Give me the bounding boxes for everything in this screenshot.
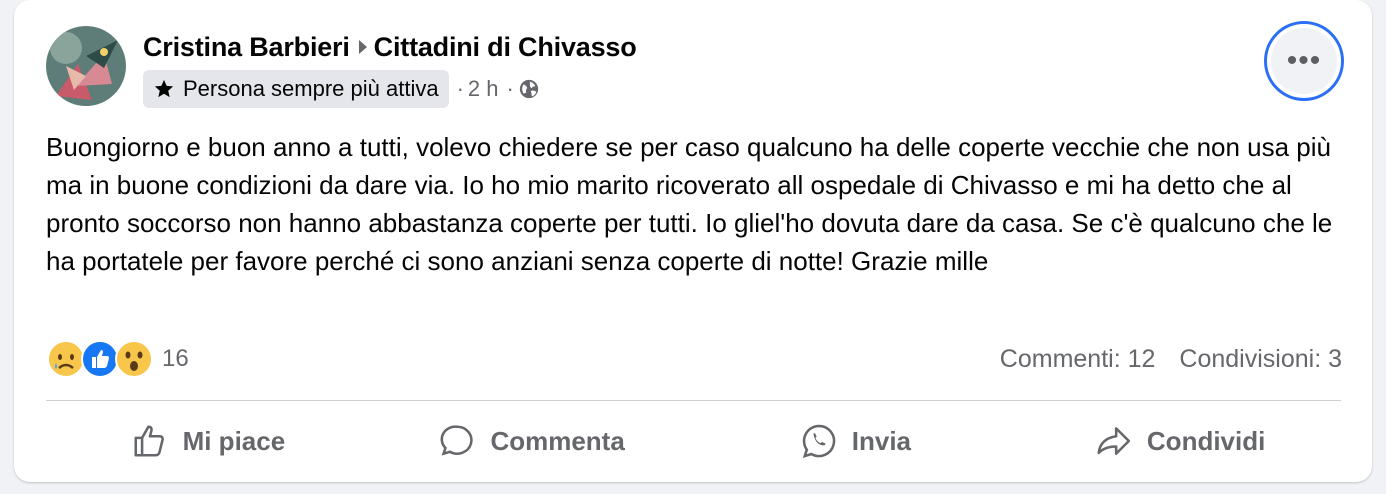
post-stats: Commenti: 12 Condivisioni: 3 xyxy=(1000,338,1342,380)
author-name[interactable]: Cristina Barbieri xyxy=(143,32,350,63)
post-card: Cristina Barbieri Cittadini di Chivasso … xyxy=(14,0,1372,482)
comment-label: Commenta xyxy=(490,425,625,456)
like-label: Mi piace xyxy=(182,425,286,456)
comment-button[interactable]: Commenta xyxy=(370,410,694,472)
share-icon xyxy=(1097,427,1131,455)
post-text: Buongiorno e buon anno a tutti, volevo c… xyxy=(46,132,1333,276)
send-label: Invia xyxy=(851,425,911,456)
meta-separator: · xyxy=(456,76,464,101)
like-button[interactable]: Mi piace xyxy=(46,410,370,472)
post-header: Cristina Barbieri Cittadini di Chivasso xyxy=(143,30,637,64)
shares-count[interactable]: Condivisioni: 3 xyxy=(1179,345,1342,374)
divider xyxy=(46,400,1341,401)
post-time[interactable]: 2 h xyxy=(468,76,499,102)
globe-icon xyxy=(518,78,540,100)
member-badge[interactable]: Persona sempre più attiva xyxy=(143,70,449,108)
share-button[interactable]: Condividi xyxy=(1017,410,1341,472)
comments-count[interactable]: Commenti: 12 xyxy=(1000,345,1156,374)
thumbs-up-icon xyxy=(134,425,164,457)
badge-label: Persona sempre più attiva xyxy=(183,76,439,101)
whatsapp-icon xyxy=(802,424,836,458)
group-name[interactable]: Cittadini di Chivasso xyxy=(374,32,637,63)
more-options-button[interactable]: ••• xyxy=(1264,21,1344,101)
wow-reaction-icon xyxy=(114,339,154,379)
reaction-count: 16 xyxy=(162,345,189,372)
reactions-summary[interactable]: 16 xyxy=(46,338,189,380)
comment-icon xyxy=(441,425,474,456)
share-label: Condividi xyxy=(1146,425,1266,456)
send-button[interactable]: Invia xyxy=(694,410,1018,472)
meta-separator-2: · xyxy=(506,76,514,101)
star-icon xyxy=(154,79,174,98)
action-bar: Mi piace Commenta Invia Condividi xyxy=(46,410,1341,472)
more-icon: ••• xyxy=(1271,28,1337,94)
caret-right-icon xyxy=(358,39,368,55)
post-meta: Persona sempre più attiva · 2 h · xyxy=(143,69,540,109)
avatar[interactable] xyxy=(46,26,126,106)
